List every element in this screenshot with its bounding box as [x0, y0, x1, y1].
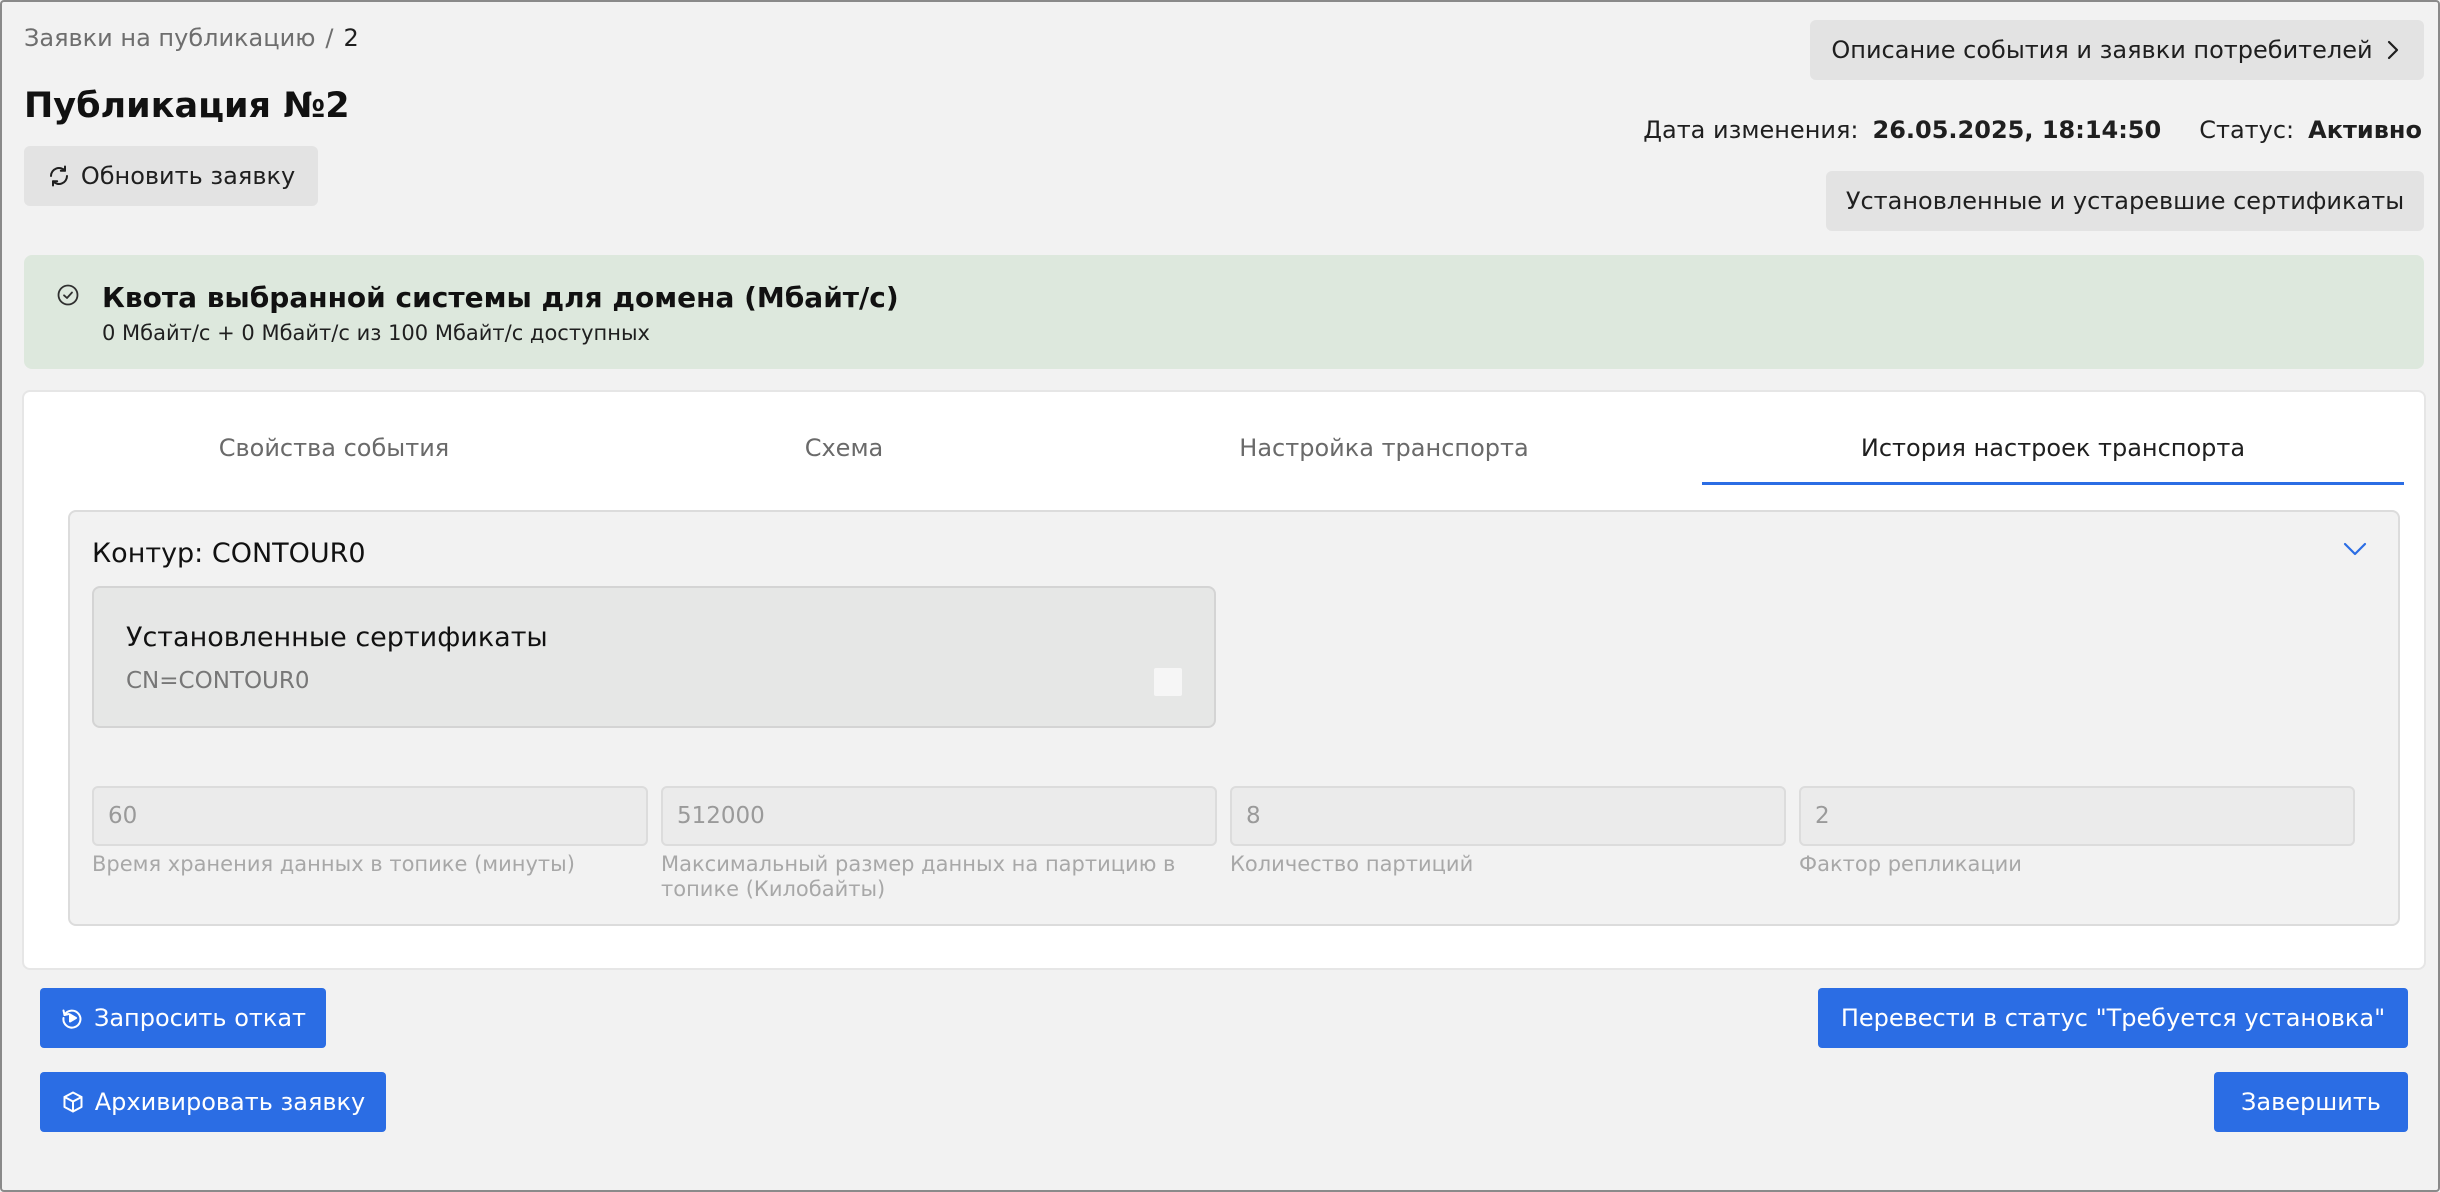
replication-factor-field: Фактор репликации — [1799, 786, 2355, 877]
status-label: Статус: — [2199, 116, 2295, 144]
request-rollback-button[interactable]: Запросить откат — [40, 988, 326, 1048]
quota-title: Квота выбранной системы для домена (Мбай… — [102, 281, 899, 314]
request-card: Свойства события Схема Настройка транспо… — [22, 390, 2426, 970]
installed-outdated-certificates-label: Установленные и устаревшие сертификаты — [1845, 187, 2405, 215]
tab-event-properties[interactable]: Свойства события — [94, 434, 574, 462]
partition-count-field: Количество партиций — [1230, 786, 1786, 877]
status-value: Активно — [2308, 116, 2422, 144]
refresh-request-label: Обновить заявку — [80, 162, 296, 190]
set-install-required-status-button[interactable]: Перевести в статус "Требуется установка" — [1818, 988, 2408, 1048]
max-partition-size-field: Максимальный размер данных на партицию в… — [661, 786, 1217, 902]
quota-subtitle: 0 Мбайт/с + 0 Мбайт/с из 100 Мбайт/с дос… — [102, 321, 650, 345]
installed-certificates-box: Установленные сертификаты CN=CONTOUR0 — [92, 586, 1216, 728]
partition-count-label: Количество партиций — [1230, 852, 1474, 876]
tab-schema[interactable]: Схема — [604, 434, 1084, 462]
check-circle-icon — [57, 284, 79, 306]
breadcrumb: Заявки на публикацию / 2 — [24, 24, 359, 52]
chevron-down-icon[interactable] — [2340, 538, 2370, 560]
tab-transport-settings[interactable]: Настройка транспорта — [1124, 434, 1644, 462]
page-title: Публикация №2 — [24, 86, 350, 126]
event-description-label: Описание события и заявки потребителей — [1831, 36, 2373, 64]
quota-banner: Квота выбранной системы для домена (Мбай… — [24, 255, 2424, 369]
active-tab-indicator — [1702, 482, 2404, 485]
installed-certificates-title: Установленные сертификаты — [126, 622, 548, 653]
certificate-checkbox[interactable] — [1154, 668, 1182, 696]
finish-button[interactable]: Завершить — [2214, 1072, 2408, 1132]
installed-certificate-cn: CN=CONTOUR0 — [126, 668, 310, 694]
refresh-icon — [49, 165, 68, 187]
event-description-button[interactable]: Описание события и заявки потребителей — [1810, 20, 2424, 80]
retention-time-field: Время хранения данных в топике (минуты) — [92, 786, 648, 877]
request-meta: Дата изменения: 26.05.2025, 18:14:50 Ста… — [1643, 116, 2422, 144]
contour-panel: Контур: CONTOUR0 Установленные сертифика… — [68, 510, 2400, 926]
archive-icon — [63, 1091, 83, 1113]
contour-title: Контур: CONTOUR0 — [92, 538, 366, 569]
archive-request-label: Архивировать заявку — [94, 1088, 366, 1116]
breadcrumb-current: 2 — [343, 24, 359, 52]
archive-request-button[interactable]: Архивировать заявку — [40, 1072, 386, 1132]
replication-factor-input[interactable] — [1799, 786, 2355, 846]
refresh-request-button[interactable]: Обновить заявку — [24, 146, 318, 206]
request-rollback-label: Запросить откат — [93, 1004, 307, 1032]
changed-date-label: Дата изменения: — [1643, 116, 1859, 144]
chevron-right-icon — [2387, 40, 2398, 60]
partition-count-input[interactable] — [1230, 786, 1786, 846]
rollback-icon — [62, 1009, 82, 1029]
breadcrumb-parent-link[interactable]: Заявки на публикацию — [24, 24, 315, 52]
max-partition-size-input[interactable] — [661, 786, 1217, 846]
max-partition-size-label: Максимальный размер данных на партицию в… — [661, 852, 1176, 901]
replication-factor-label: Фактор репликации — [1799, 852, 2022, 876]
changed-date-value: 26.05.2025, 18:14:50 — [1872, 116, 2162, 144]
retention-time-label: Время хранения данных в топике (минуты) — [92, 852, 575, 876]
breadcrumb-separator: / — [325, 24, 334, 52]
tab-transport-settings-history[interactable]: История настроек транспорта — [1702, 434, 2404, 462]
installed-outdated-certificates-button[interactable]: Установленные и устаревшие сертификаты — [1826, 171, 2424, 231]
retention-time-input[interactable] — [92, 786, 648, 846]
